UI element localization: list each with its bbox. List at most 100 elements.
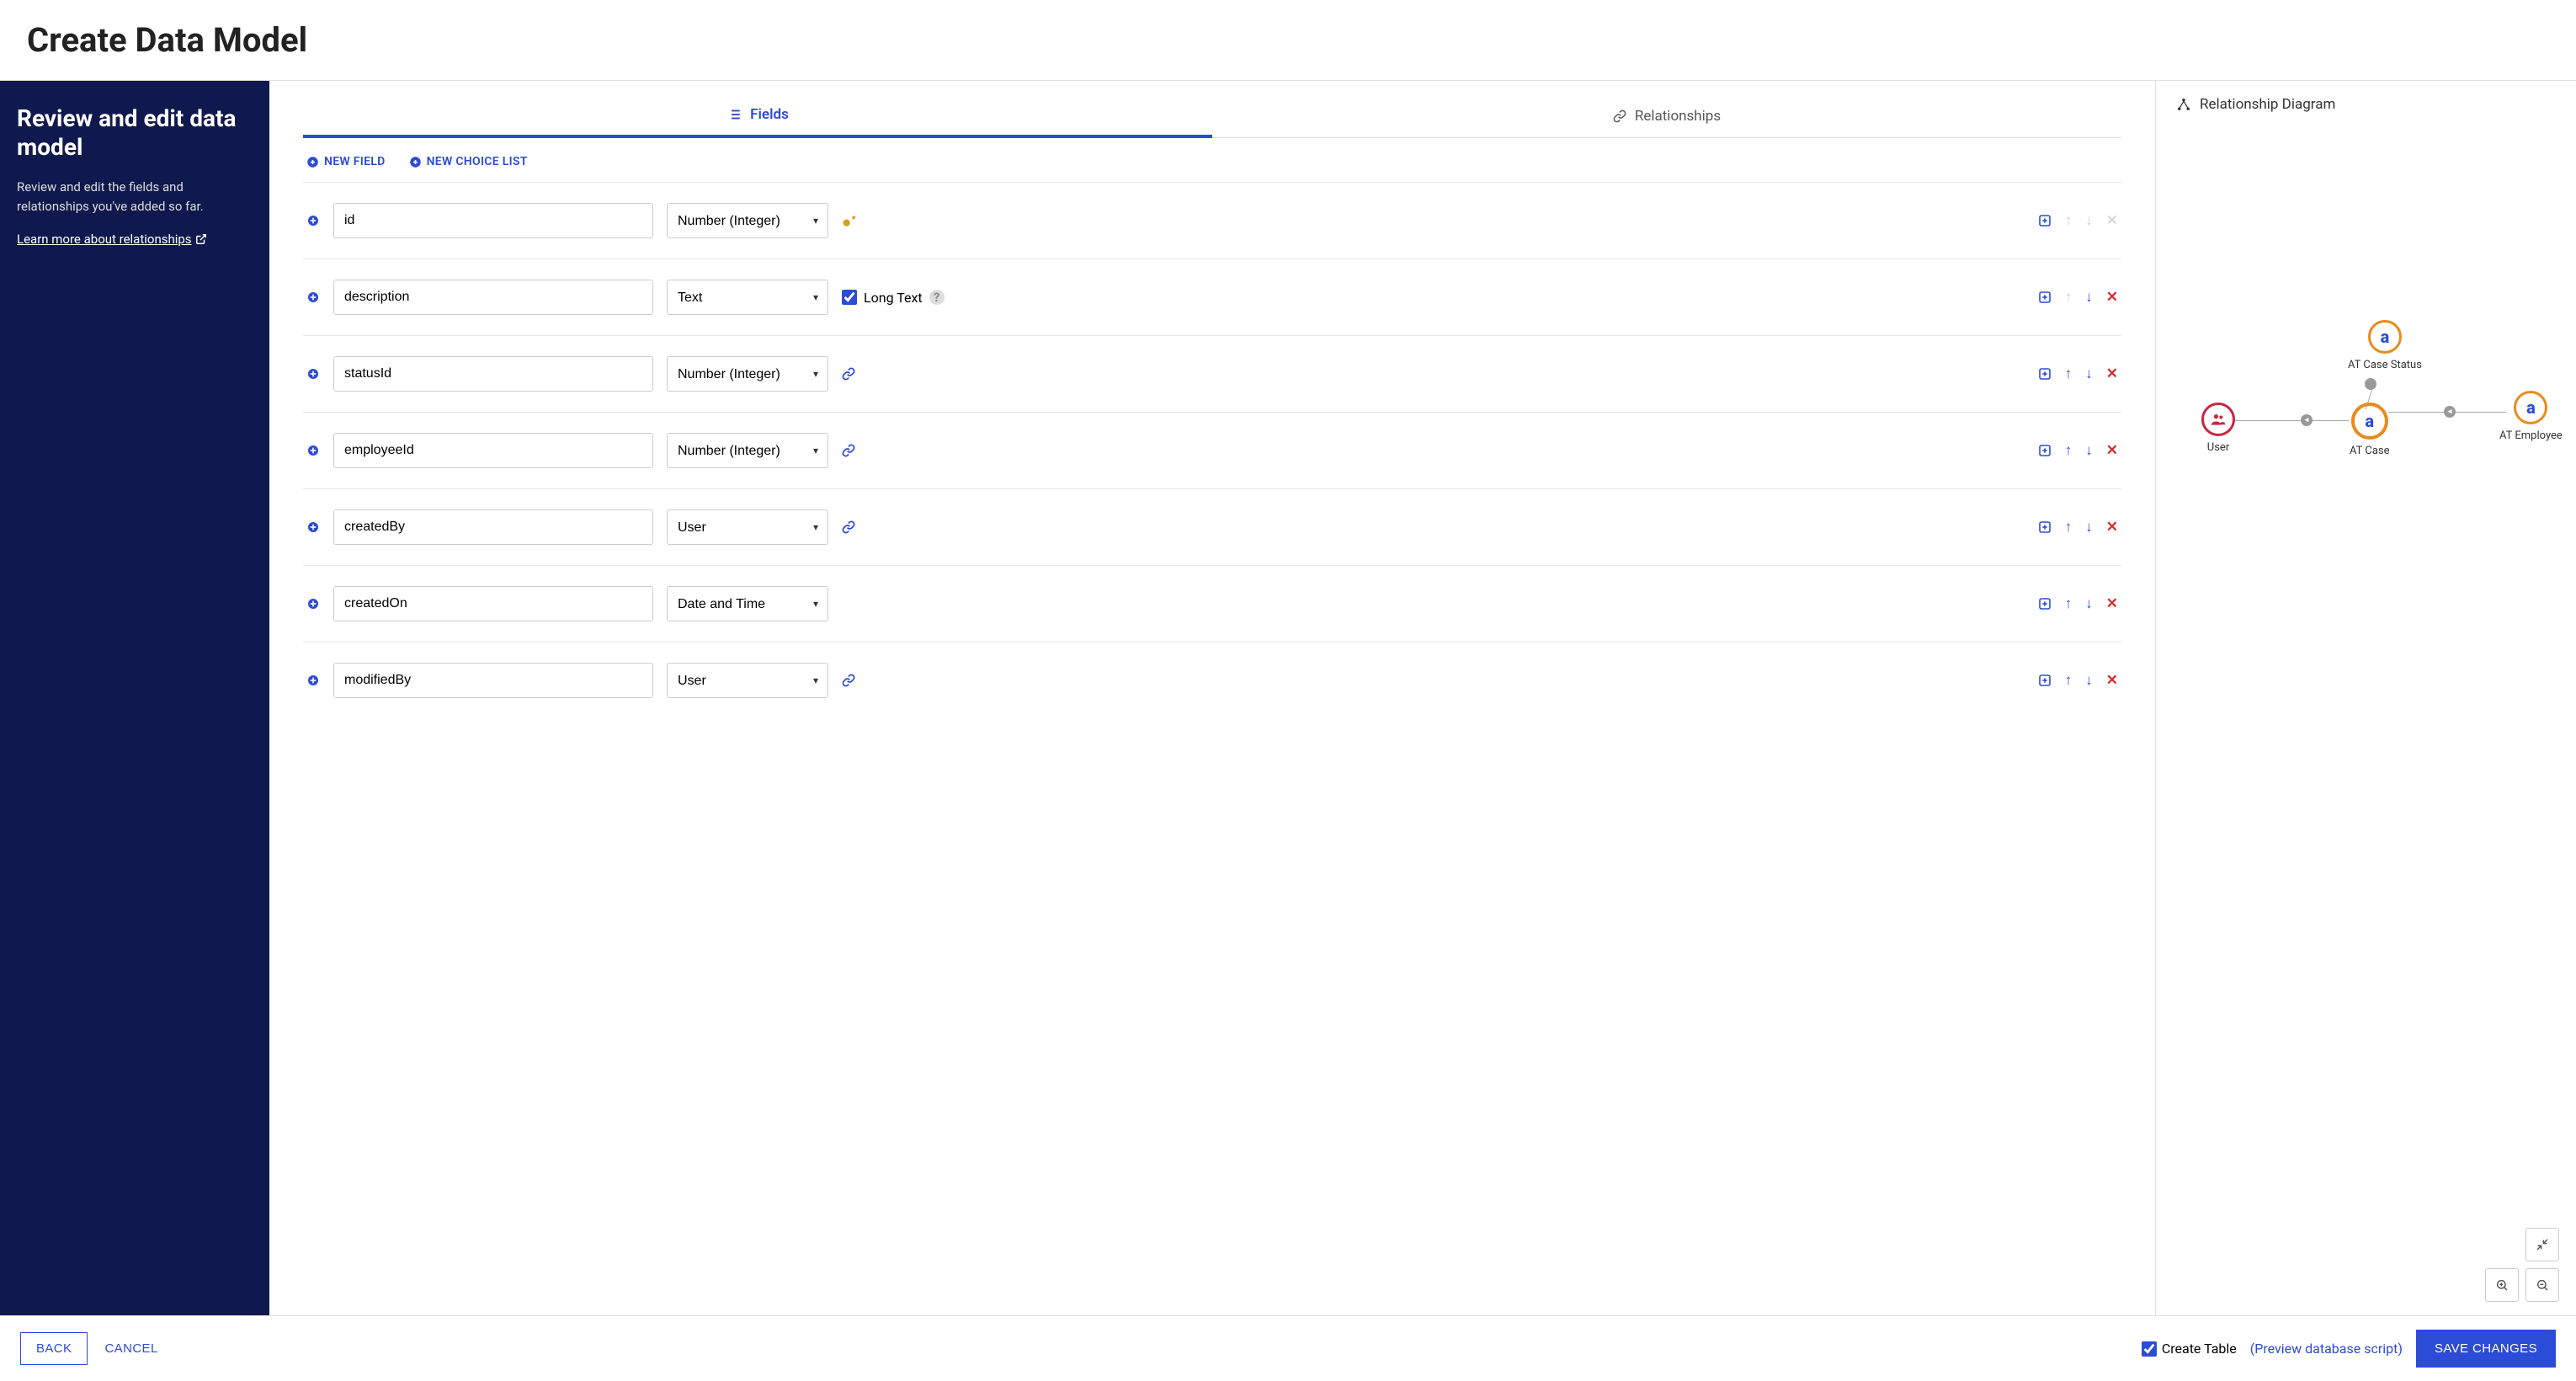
move-down-button[interactable]: ↓ bbox=[2085, 519, 2093, 536]
field-name-input[interactable] bbox=[333, 280, 653, 315]
remove-field-button[interactable]: ✕ bbox=[2106, 595, 2118, 612]
move-up-button: ↑ bbox=[2065, 212, 2073, 229]
field-row: User ↑ ↓ ✕ bbox=[303, 642, 2121, 718]
diagram-canvas[interactable]: ◂ ◂ User a AT Case Status a AT Case bbox=[2176, 123, 2556, 1295]
field-type-select[interactable]: Number (Integer) bbox=[667, 203, 828, 238]
zoom-out-button[interactable] bbox=[2525, 1268, 2559, 1302]
add-field-below-button[interactable] bbox=[2038, 367, 2052, 381]
zoom-tools bbox=[2485, 1268, 2559, 1302]
fit-view-button[interactable] bbox=[2525, 1228, 2559, 1261]
diagram-icon bbox=[2176, 97, 2191, 112]
new-choice-list-label: NEW CHOICE LIST bbox=[427, 155, 528, 168]
drag-handle[interactable] bbox=[306, 674, 320, 687]
new-field-button[interactable]: NEW FIELD bbox=[306, 155, 386, 168]
field-name-input[interactable] bbox=[333, 663, 653, 698]
field-type-select[interactable]: User bbox=[667, 509, 828, 545]
field-row: Date and Time ↑ ↓ ✕ bbox=[303, 565, 2121, 642]
footer: BACK CANCEL Create Table (Preview databa… bbox=[0, 1315, 2576, 1381]
remove-field-button[interactable]: ✕ bbox=[2106, 672, 2118, 689]
long-text-label: Long Text bbox=[864, 290, 923, 306]
field-type-select[interactable]: Number (Integer) bbox=[667, 433, 828, 468]
remove-field-button[interactable]: ✕ bbox=[2106, 442, 2118, 459]
move-up-button[interactable]: ↑ bbox=[2065, 672, 2073, 689]
diagram-pane: Relationship Diagram ◂ ◂ User bbox=[2155, 81, 2576, 1315]
move-up-button[interactable]: ↑ bbox=[2065, 595, 2073, 612]
node-status[interactable]: a AT Case Status bbox=[2348, 320, 2422, 371]
move-up-button[interactable]: ↑ bbox=[2065, 442, 2073, 459]
node-case-label: AT Case bbox=[2350, 445, 2390, 457]
drag-handle[interactable] bbox=[306, 597, 320, 611]
add-field-below-button[interactable] bbox=[2038, 291, 2052, 304]
row-actions: ↑ ↓ ✕ bbox=[2038, 519, 2118, 536]
move-down-button[interactable]: ↓ bbox=[2085, 365, 2093, 382]
long-text-checkbox[interactable] bbox=[842, 290, 857, 305]
footer-left: BACK CANCEL bbox=[20, 1332, 158, 1365]
move-down-button[interactable]: ↓ bbox=[2085, 289, 2093, 306]
drag-handle[interactable] bbox=[306, 520, 320, 534]
external-link-icon bbox=[195, 233, 207, 245]
a-icon: a bbox=[2514, 391, 2547, 424]
node-case[interactable]: a AT Case bbox=[2350, 403, 2390, 457]
row-actions: ↑↓✕ bbox=[2038, 212, 2118, 229]
save-changes-button[interactable]: SAVE CHANGES bbox=[2416, 1330, 2556, 1368]
learn-more-link[interactable]: Learn more about relationships bbox=[17, 232, 207, 247]
add-field-below-button[interactable] bbox=[2038, 214, 2052, 227]
row-actions: ↑ ↓ ✕ bbox=[2038, 442, 2118, 459]
zoom-out-icon bbox=[2536, 1278, 2549, 1292]
add-field-below-button[interactable] bbox=[2038, 520, 2052, 534]
field-row: Number (Integer) ↑ ↓ ✕ bbox=[303, 335, 2121, 412]
main-area: Fields Relationships NEW FIELD NEW CHOIC… bbox=[269, 81, 2576, 1315]
zoom-in-button[interactable] bbox=[2485, 1268, 2519, 1302]
preview-script-link[interactable]: (Preview database script) bbox=[2250, 1341, 2403, 1357]
node-status-label: AT Case Status bbox=[2348, 359, 2422, 371]
add-field-below-button[interactable] bbox=[2038, 597, 2052, 611]
move-down-button[interactable]: ↓ bbox=[2085, 442, 2093, 459]
tab-fields-label: Fields bbox=[750, 106, 789, 123]
new-choice-list-button[interactable]: NEW CHOICE LIST bbox=[409, 155, 528, 168]
create-table-checkbox[interactable] bbox=[2142, 1341, 2157, 1357]
add-field-below-button[interactable] bbox=[2038, 444, 2052, 457]
tab-relationships[interactable]: Relationships bbox=[1212, 94, 2121, 137]
field-name-input[interactable] bbox=[333, 586, 653, 621]
create-table-toggle[interactable]: Create Table bbox=[2142, 1341, 2237, 1357]
field-meta bbox=[842, 520, 2025, 534]
field-type-select[interactable]: Date and Time bbox=[667, 586, 828, 621]
move-up-button[interactable]: ↑ bbox=[2065, 365, 2073, 382]
move-down-button[interactable]: ↓ bbox=[2085, 672, 2093, 689]
plus-circle-icon bbox=[409, 156, 422, 168]
help-icon[interactable]: ? bbox=[929, 290, 945, 305]
primary-key-icon bbox=[842, 213, 857, 228]
tab-fields[interactable]: Fields bbox=[303, 94, 1212, 138]
edge-dot: ◂ bbox=[2301, 414, 2313, 426]
field-type-select[interactable]: Number (Integer) bbox=[667, 356, 828, 392]
remove-field-button[interactable]: ✕ bbox=[2106, 365, 2118, 382]
edge-dot bbox=[2365, 378, 2376, 390]
field-name-input[interactable] bbox=[333, 356, 653, 392]
field-name-input[interactable] bbox=[333, 433, 653, 468]
relationship-icon bbox=[842, 674, 855, 687]
field-type-select[interactable]: Text bbox=[667, 280, 828, 315]
field-row: User ↑ ↓ ✕ bbox=[303, 488, 2121, 565]
edge-user-case bbox=[2235, 420, 2349, 421]
drag-handle[interactable] bbox=[306, 291, 320, 304]
sidebar-description: Review and edit the fields and relations… bbox=[17, 178, 253, 216]
move-down-button[interactable]: ↓ bbox=[2085, 595, 2093, 612]
node-employee[interactable]: a AT Employee bbox=[2499, 391, 2563, 442]
node-user[interactable]: User bbox=[2201, 403, 2235, 454]
field-row: Number (Integer) ↑ ↓ ✕ bbox=[303, 412, 2121, 488]
content-area: Review and edit data model Review and ed… bbox=[0, 80, 2576, 1315]
drag-handle[interactable] bbox=[306, 214, 320, 227]
remove-field-button[interactable]: ✕ bbox=[2106, 519, 2118, 536]
drag-handle[interactable] bbox=[306, 444, 320, 457]
remove-field-button[interactable]: ✕ bbox=[2106, 289, 2118, 306]
field-name-input[interactable] bbox=[333, 203, 653, 238]
move-up-button[interactable]: ↑ bbox=[2065, 519, 2073, 536]
learn-more-label: Learn more about relationships bbox=[17, 232, 192, 247]
field-type-select[interactable]: User bbox=[667, 663, 828, 698]
drag-handle[interactable] bbox=[306, 367, 320, 381]
cancel-button[interactable]: CANCEL bbox=[104, 1341, 157, 1356]
add-field-below-button[interactable] bbox=[2038, 674, 2052, 687]
field-name-input[interactable] bbox=[333, 509, 653, 545]
plus-circle-icon bbox=[306, 156, 319, 168]
back-button[interactable]: BACK bbox=[20, 1332, 88, 1365]
